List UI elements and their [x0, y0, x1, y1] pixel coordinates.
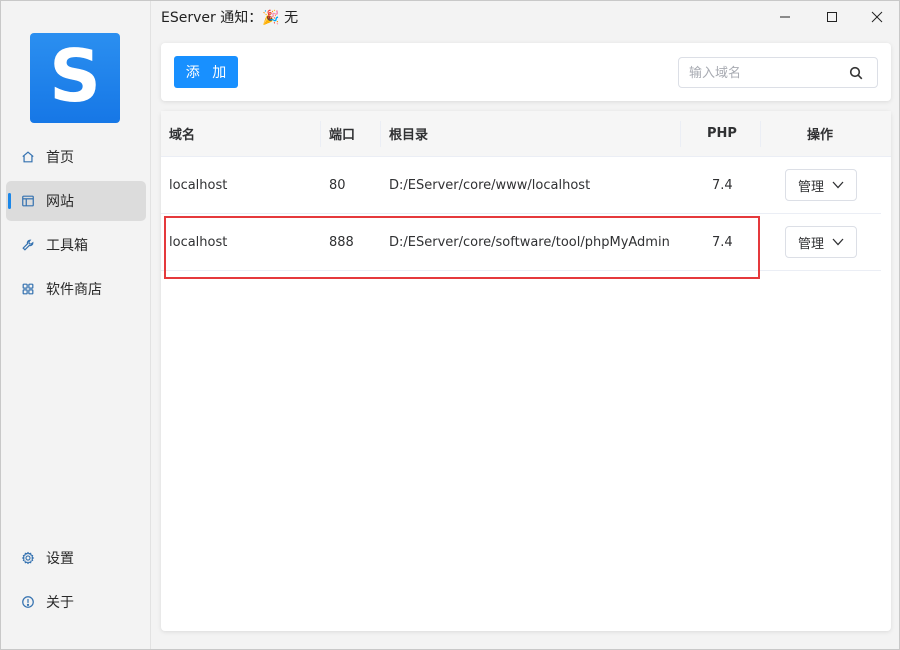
chevron-down-icon — [832, 238, 844, 246]
wrench-icon — [20, 237, 36, 253]
cell-php: 7.4 — [712, 177, 733, 193]
sidebar-item-label: 软件商店 — [46, 282, 102, 298]
toolbar: 添 加 — [161, 43, 891, 101]
cell-php: 7.4 — [712, 234, 733, 250]
gear-icon — [20, 550, 36, 566]
window-title: EServer 通知：🎉 无 — [161, 10, 299, 26]
cell-domain: localhost — [169, 177, 228, 193]
app-window: S 首页 网站 工具箱 软件商店 设置 关于 EServer 通知：🎉 无 添 … — [0, 0, 900, 650]
close-button[interactable] — [857, 1, 897, 33]
logo-letter: S — [49, 34, 101, 118]
cell-root: D:/EServer/core/www/localhost — [389, 177, 591, 193]
cell-root: D:/EServer/core/software/tool/phpMyAdmin — [389, 234, 670, 250]
sidebar-item-label: 网站 — [46, 194, 74, 210]
sidebar-item-website[interactable]: 网站 — [6, 181, 146, 221]
sidebar-item-label: 工具箱 — [46, 238, 88, 254]
sidebar-item-home[interactable]: 首页 — [6, 137, 146, 177]
column-header-php: PHP — [707, 126, 737, 141]
add-button[interactable]: 添 加 — [174, 56, 238, 88]
table-header: 域名 端口 根目录 PHP 操作 — [161, 111, 891, 157]
sidebar: S 首页 网站 工具箱 软件商店 设置 关于 — [1, 1, 151, 649]
cell-action: 管理 — [785, 214, 857, 270]
sidebar-item-label: 关于 — [46, 595, 74, 611]
minimize-icon — [780, 16, 790, 18]
manage-dropdown-button[interactable]: 管理 — [785, 226, 857, 258]
minimize-button[interactable] — [765, 1, 805, 33]
chevron-down-icon — [832, 181, 844, 189]
column-header-domain: 域名 — [169, 128, 196, 143]
sidebar-item-settings[interactable]: 设置 — [6, 538, 146, 578]
apps-icon — [20, 281, 36, 297]
search-icon[interactable] — [849, 66, 863, 80]
column-header-action: 操作 — [807, 128, 834, 143]
cell-domain: localhost — [169, 234, 228, 250]
manage-dropdown-button[interactable]: 管理 — [785, 169, 857, 201]
column-header-root: 根目录 — [389, 128, 429, 143]
table-row[interactable]: localhost 888 D:/EServer/core/software/t… — [161, 214, 881, 271]
home-icon — [20, 149, 36, 165]
search-input[interactable] — [689, 63, 839, 83]
app-logo: S — [30, 33, 120, 123]
column-header-port: 端口 — [329, 128, 356, 143]
sidebar-item-about[interactable]: 关于 — [6, 582, 146, 622]
title-bar[interactable]: EServer 通知：🎉 无 — [152, 1, 899, 33]
maximize-button[interactable] — [812, 1, 852, 33]
cell-port: 888 — [329, 234, 354, 250]
table-row[interactable]: localhost 80 D:/EServer/core/www/localho… — [161, 157, 881, 214]
maximize-icon — [827, 12, 837, 22]
search-box[interactable] — [678, 57, 878, 88]
cell-action: 管理 — [785, 157, 857, 213]
website-icon — [20, 193, 36, 209]
sidebar-item-label: 设置 — [46, 551, 74, 567]
sidebar-item-toolbox[interactable]: 工具箱 — [6, 225, 146, 265]
sidebar-item-store[interactable]: 软件商店 — [6, 269, 146, 309]
sites-table: 域名 端口 根目录 PHP 操作 localhost 80 D:/EServer… — [161, 111, 891, 631]
cell-port: 80 — [329, 177, 346, 193]
close-icon — [871, 11, 883, 23]
manage-label: 管理 — [797, 179, 824, 195]
sidebar-item-label: 首页 — [46, 150, 74, 166]
manage-label: 管理 — [797, 236, 824, 252]
info-icon — [20, 594, 36, 610]
